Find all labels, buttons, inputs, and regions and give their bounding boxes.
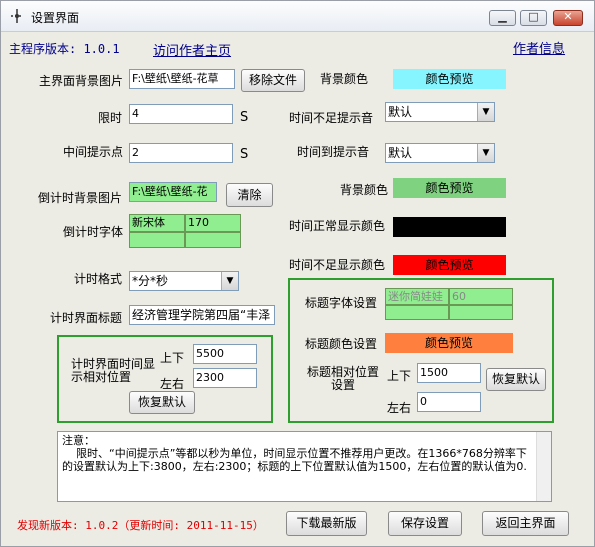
settings-window: 设置界面 ▁ □ ✕ 主程序版本: 1.0.1 访问作者主页 作者信息 主界面背… — [0, 0, 595, 547]
countdown-bg-path-input[interactable]: F:\壁纸\壁纸-花 — [129, 182, 217, 202]
title-vertical-label: 上下 — [387, 369, 412, 383]
main-bg-label: 主界面背景图片 — [39, 74, 124, 88]
countdown-font-picker[interactable]: 新宋体 170 — [129, 214, 241, 248]
notes-text: 注意： 限时、“中间提示点”等都以秒为单位，时间显示位置不推荐用户更改。在136… — [62, 434, 527, 473]
timer-reset-button[interactable]: 恢复默认 — [129, 391, 195, 414]
title-font-picker[interactable]: 迷你简娃娃 60 — [385, 288, 513, 320]
title-color-preview[interactable]: 颜色预览 — [385, 333, 513, 353]
close-button[interactable]: ✕ — [553, 10, 583, 26]
short-color-preview[interactable]: 颜色预览 — [393, 255, 506, 275]
mid-point-input[interactable]: 2 — [129, 143, 233, 163]
new-version-notice: 发现新版本: 1.0.2（更新时间: 2011-11-15） — [17, 519, 264, 532]
normal-color-label: 时间正常显示颜色 — [289, 219, 386, 233]
title-font-size: 60 — [449, 288, 513, 305]
notes-scrollbar[interactable] — [536, 432, 551, 501]
time-format-select[interactable]: *分*秒 ▼ — [129, 271, 239, 291]
timer-horizontal-input[interactable]: 2300 — [193, 368, 257, 388]
timer-title-input[interactable]: 经济管理学院第四届“丰泽 — [129, 305, 275, 325]
timer-title-label: 计时界面标题 — [50, 311, 123, 325]
timer-position-label: 计时界面时间显示相对位置 — [71, 357, 156, 384]
time-short-sound-value: 默认 — [388, 105, 413, 119]
title-font-cell-empty — [385, 305, 449, 320]
countdown-font-name: 新宋体 — [129, 214, 185, 232]
timer-horizontal-label: 左右 — [160, 377, 185, 391]
time-format-value: *分*秒 — [132, 274, 169, 288]
normal-color-preview[interactable] — [393, 217, 506, 237]
time-format-label: 计时格式 — [74, 272, 123, 286]
title-horizontal-label: 左右 — [387, 401, 412, 415]
title-position-label: 标题相对位置设置 — [306, 365, 379, 392]
chevron-down-icon[interactable]: ▼ — [221, 272, 238, 290]
chevron-down-icon[interactable]: ▼ — [477, 144, 494, 162]
title-bar[interactable]: 设置界面 ▁ □ ✕ — [1, 1, 594, 32]
title-font-label: 标题字体设置 — [305, 296, 378, 310]
time-limit-label: 限时 — [98, 111, 123, 125]
time-up-sound-value: 默认 — [388, 146, 413, 160]
time-short-sound-select[interactable]: 默认 ▼ — [385, 102, 495, 122]
title-reset-button[interactable]: 恢复默认 — [486, 368, 546, 391]
countdown-bg-color-preview[interactable]: 颜色预览 — [393, 178, 506, 198]
bg-color-label: 背景颜色 — [320, 72, 369, 86]
back-to-main-button[interactable]: 返回主界面 — [482, 511, 569, 536]
maximize-button[interactable]: □ — [520, 10, 547, 26]
countdown-font-cell-empty — [129, 232, 185, 248]
title-vertical-input[interactable]: 1500 — [417, 363, 481, 383]
countdown-font-label: 倒计时字体 — [63, 225, 124, 239]
countdown-bg-label: 倒计时背景图片 — [38, 191, 123, 205]
mid-point-label: 中间提示点 — [63, 145, 124, 159]
main-bg-path-input[interactable]: F:\壁纸\壁纸-花草 — [129, 69, 235, 89]
program-version: 主程序版本: 1.0.1 — [9, 42, 120, 56]
title-horizontal-input[interactable]: 0 — [417, 392, 481, 412]
download-latest-button[interactable]: 下载最新版 — [286, 511, 367, 536]
title-color-label: 标题颜色设置 — [305, 337, 378, 351]
title-font-cell-empty — [449, 305, 513, 320]
timer-vertical-label: 上下 — [160, 351, 185, 365]
bg-color-preview[interactable]: 颜色预览 — [393, 69, 506, 89]
minimize-button[interactable]: ▁ — [489, 10, 516, 26]
chevron-down-icon[interactable]: ▼ — [477, 103, 494, 121]
time-limit-unit: S — [240, 110, 249, 125]
notes-textarea[interactable]: 注意： 限时、“中间提示点”等都以秒为单位，时间显示位置不推荐用户更改。在136… — [57, 431, 552, 502]
countdown-font-size: 170 — [185, 214, 241, 232]
short-color-label: 时间不足显示颜色 — [289, 258, 386, 272]
time-up-sound-label: 时间到提示音 — [297, 145, 370, 159]
app-icon — [11, 9, 23, 23]
countdown-font-cell-empty — [185, 232, 241, 248]
countdown-bg-color-label: 背景颜色 — [340, 183, 389, 197]
time-up-sound-select[interactable]: 默认 ▼ — [385, 143, 495, 163]
visit-author-link[interactable]: 访问作者主页 — [153, 40, 231, 59]
clear-button[interactable]: 清除 — [226, 183, 273, 207]
time-limit-input[interactable]: 4 — [129, 104, 233, 124]
timer-vertical-input[interactable]: 5500 — [193, 344, 257, 364]
author-info-link[interactable]: 作者信息 — [513, 38, 565, 57]
time-short-sound-label: 时间不足提示音 — [289, 111, 374, 125]
title-font-name: 迷你简娃娃 — [385, 288, 449, 305]
save-settings-button[interactable]: 保存设置 — [388, 511, 462, 536]
remove-file-button[interactable]: 移除文件 — [241, 69, 305, 92]
mid-point-unit: S — [240, 147, 249, 162]
window-title: 设置界面 — [31, 11, 80, 25]
